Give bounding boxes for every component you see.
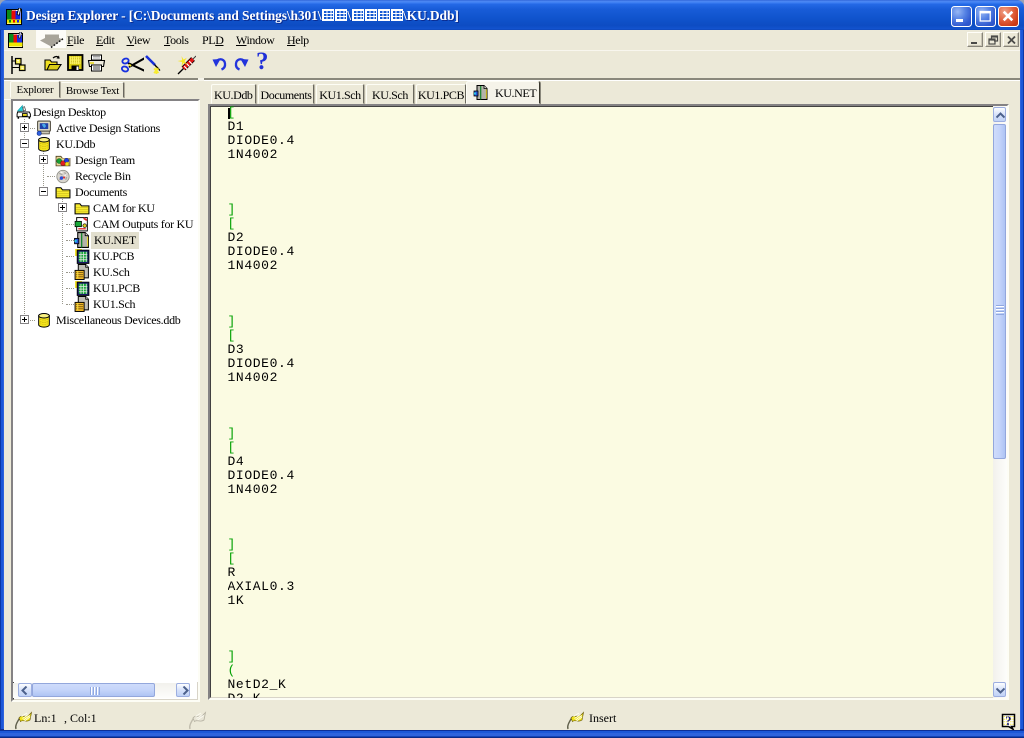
svg-text:?: ? bbox=[1005, 714, 1011, 728]
